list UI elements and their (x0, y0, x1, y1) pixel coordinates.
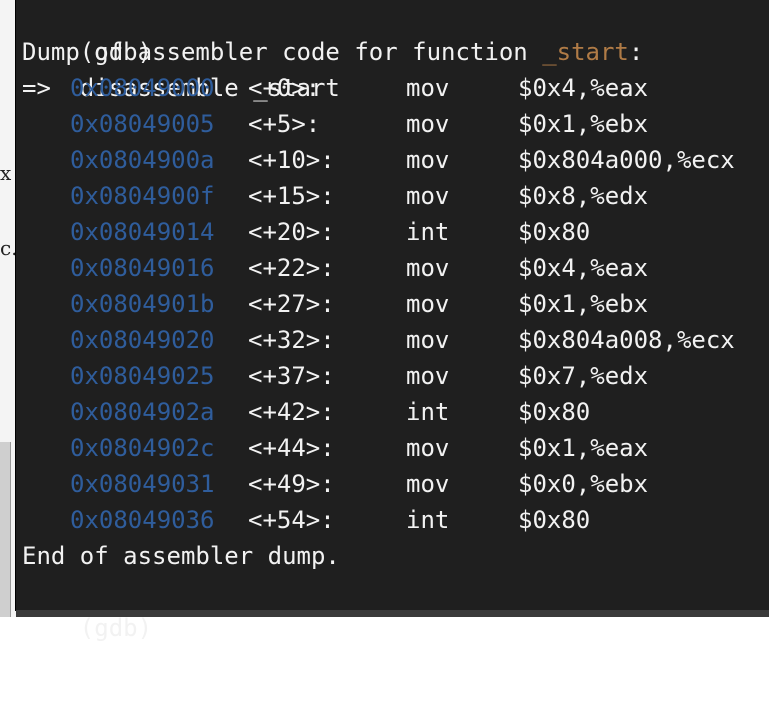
instruction-operands: $0x4,%eax (518, 74, 649, 102)
instruction-operands: $0x4,%eax (518, 254, 649, 282)
instruction-address: 0x08049005 (70, 110, 215, 138)
instruction-row: 0x08049014 <+20>: int $0x80 (22, 214, 762, 250)
instruction-row: 0x0804902c <+44>: mov $0x1,%eax (22, 430, 762, 466)
instruction-operands: $0x8,%edx (518, 182, 649, 210)
text-cursor (79, 648, 95, 678)
instruction-mnemonic: mov (406, 290, 450, 318)
instruction-operands: $0x804a008,%ecx (518, 326, 735, 354)
instruction-offset: <+54>: (248, 506, 335, 534)
instruction-operands: $0x0,%ebx (518, 470, 649, 498)
terminal-window[interactable]: (gdb) disassemble _start Dump of assembl… (16, 0, 769, 678)
instruction-mnemonic: mov (406, 434, 450, 462)
instruction-row: 0x0804900a <+10>: mov $0x804a000,%ecx (22, 142, 762, 178)
instruction-mnemonic: mov (406, 326, 450, 354)
instruction-offset: <+5>: (248, 110, 321, 138)
instruction-mnemonic: mov (406, 470, 450, 498)
background-text-fragment: x (0, 161, 12, 185)
dump-header: Dump of assembler code for function _sta… (22, 34, 643, 70)
instruction-offset: <+20>: (248, 218, 335, 246)
dump-header-colon: : (628, 38, 644, 66)
instruction-row: 0x0804900f <+15>: mov $0x8,%edx (22, 178, 762, 214)
instruction-row: 0x0804901b <+27>: mov $0x1,%ebx (22, 286, 762, 322)
instruction-mnemonic: mov (406, 362, 450, 390)
instruction-offset: <+27>: (248, 290, 335, 318)
instruction-mnemonic: int (406, 506, 450, 534)
terminal-bottom-edge (16, 610, 769, 617)
instruction-address: 0x08049020 (70, 326, 215, 354)
function-name: _start (542, 38, 629, 66)
background-text-fragment: c. (0, 236, 18, 260)
instruction-operands: $0x1,%ebx (518, 110, 649, 138)
instruction-address: 0x0804902a (70, 398, 215, 426)
instruction-mnemonic: mov (406, 182, 450, 210)
background-window-edge (0, 442, 11, 617)
gdb-prompt: (gdb) (79, 614, 153, 642)
instruction-row: 0x08049016 <+22>: mov $0x4,%eax (22, 250, 762, 286)
instruction-address: 0x08049031 (70, 470, 215, 498)
instruction-address: 0x08049036 (70, 506, 215, 534)
instruction-operands: $0x1,%eax (518, 434, 649, 462)
instruction-offset: <+15>: (248, 182, 335, 210)
instruction-mnemonic: mov (406, 146, 450, 174)
instruction-operands: $0x80 (518, 506, 591, 534)
instruction-row: 0x08049020 <+32>: mov $0x804a008,%ecx (22, 322, 762, 358)
instruction-operands: $0x1,%ebx (518, 290, 649, 318)
dump-footer: End of assembler dump. (22, 542, 340, 570)
instruction-offset: <+0>: (248, 74, 321, 102)
instruction-offset: <+49>: (248, 470, 335, 498)
instruction-operands: $0x80 (518, 398, 591, 426)
instruction-mnemonic: mov (406, 110, 450, 138)
instruction-row: 0x08049025 <+37>: mov $0x7,%edx (22, 358, 762, 394)
dump-header-text: Dump of assembler code for function (22, 38, 528, 66)
instruction-operands: $0x7,%edx (518, 362, 649, 390)
instruction-offset: <+42>: (248, 398, 335, 426)
instruction-offset: <+10>: (248, 146, 335, 174)
instruction-mnemonic: mov (406, 254, 450, 282)
instruction-row: 0x08049005 <+5>: mov $0x1,%ebx (22, 106, 762, 142)
instruction-address: 0x08049025 (70, 362, 215, 390)
instruction-operands: $0x804a000,%ecx (518, 146, 735, 174)
current-instruction-marker: => (22, 74, 51, 102)
instruction-mnemonic: int (406, 218, 450, 246)
instruction-address: 0x0804900a (70, 146, 215, 174)
instruction-address: 0x0804900f (70, 182, 215, 210)
input-line[interactable]: (gdb) (22, 574, 152, 678)
instruction-address: 0x08049014 (70, 218, 215, 246)
instruction-offset: <+44>: (248, 434, 335, 462)
instruction-offset: <+32>: (248, 326, 335, 354)
instruction-mnemonic: mov (406, 74, 450, 102)
instruction-address: 0x0804902c (70, 434, 215, 462)
instruction-row: 0x08049036 <+54>: int $0x80 (22, 502, 762, 538)
instruction-row: => 0x08049000 <+0>: mov $0x4,%eax (22, 70, 762, 106)
instruction-operands: $0x80 (518, 218, 591, 246)
command-line: (gdb) disassemble _start (22, 0, 340, 102)
instruction-address: 0x0804901b (70, 290, 215, 318)
instruction-row: 0x08049031 <+49>: mov $0x0,%ebx (22, 466, 762, 502)
instruction-offset: <+37>: (248, 362, 335, 390)
instruction-address: 0x08049000 (70, 74, 215, 102)
instruction-row: 0x0804902a <+42>: int $0x80 (22, 394, 762, 430)
instruction-offset: <+22>: (248, 254, 335, 282)
instruction-mnemonic: int (406, 398, 450, 426)
instruction-address: 0x08049016 (70, 254, 215, 282)
